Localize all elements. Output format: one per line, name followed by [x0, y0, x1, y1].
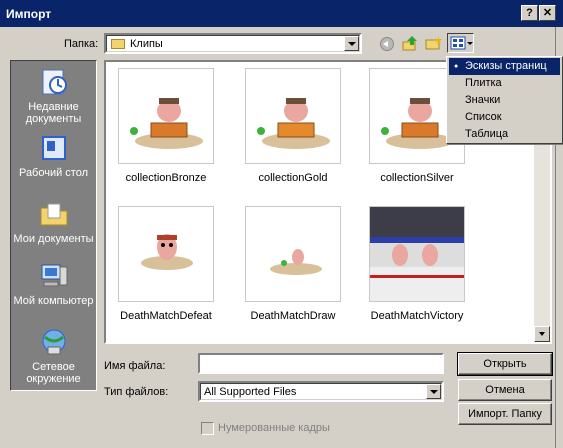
recent-documents-icon [42, 69, 67, 95]
desktop-icon [41, 136, 66, 160]
place-desktop[interactable]: Рабочий стол [11, 133, 96, 179]
folder-label: Папка: [64, 38, 99, 50]
thumbnail-item[interactable]: DeathMatchVictory [357, 206, 477, 322]
places-bar: Недавние документы Рабочий стол Мои доку… [10, 60, 97, 391]
window-title: Импорт [6, 7, 52, 21]
place-label: Сетевое окружение [26, 361, 81, 385]
thumbnail-caption: collectionGold [258, 172, 328, 184]
back-icon[interactable] [380, 37, 394, 51]
place-label: Рабочий стол [18, 167, 89, 179]
view-dropdown-menu: Эскизы страниц Плитка Значки Список Табл… [446, 56, 563, 144]
place-label: Недавние документы [25, 101, 82, 125]
thumbnail-caption: DeathMatchVictory [370, 310, 464, 322]
file-type-label: Тип файлов: [104, 386, 169, 398]
title-bar: Импорт ? ✕ [0, 0, 563, 27]
place-label: Мой компьютер [13, 295, 94, 307]
help-button[interactable]: ? [521, 5, 538, 21]
close-button[interactable]: ✕ [539, 5, 556, 21]
thumbnail-caption: DeathMatchDraw [250, 310, 336, 322]
menu-item-icons[interactable]: Значки [449, 92, 560, 109]
menu-item-list[interactable]: Список [449, 109, 560, 126]
thumbnail-caption: DeathMatchDefeat [120, 310, 212, 322]
folder-select[interactable]: Клипы [104, 33, 362, 54]
folder-icon [111, 39, 125, 49]
scroll-down-button[interactable] [534, 326, 550, 342]
cancel-button[interactable]: Отмена [458, 379, 552, 401]
thumbnail-image [369, 206, 465, 302]
place-computer[interactable]: Мой компьютер [11, 261, 96, 307]
thumbnail-image [245, 206, 341, 302]
file-type-select[interactable]: All Supported Files [198, 381, 444, 402]
view-grid-icon [450, 36, 466, 50]
file-name-label: Имя файла: [104, 360, 166, 372]
menu-item-details[interactable]: Таблица [449, 126, 560, 143]
file-name-input[interactable] [198, 353, 444, 374]
numbered-frames-label: Нумерованные кадры [218, 422, 330, 434]
thumbnail-image [118, 206, 214, 302]
menu-item-tiles[interactable]: Плитка [449, 75, 560, 92]
file-type-value: All Supported Files [204, 386, 297, 398]
documents-folder-icon [40, 203, 67, 226]
thumbnail-item[interactable]: collectionBronze [106, 68, 226, 184]
thumbnail-item[interactable]: DeathMatchDraw [233, 206, 353, 322]
place-network[interactable]: Сетевое окружение [11, 327, 96, 385]
place-documents[interactable]: Мои документы [11, 199, 96, 245]
open-button[interactable]: Открыть [457, 352, 553, 376]
network-icon [42, 329, 65, 355]
thumbnail-caption: collectionSilver [380, 172, 454, 184]
thumbnail-image [118, 68, 214, 164]
menu-item-thumbnails[interactable]: Эскизы страниц [449, 58, 560, 75]
place-recent[interactable]: Недавние документы [11, 67, 96, 125]
import-folder-button[interactable]: Импорт. Папку [458, 403, 552, 425]
computer-icon [41, 264, 67, 287]
chevron-down-icon [467, 42, 473, 45]
up-folder-icon[interactable] [402, 35, 418, 51]
thumbnail-item[interactable]: DeathMatchDefeat [106, 206, 226, 322]
chevron-down-icon [539, 332, 545, 336]
thumbnail-item[interactable]: collectionGold [233, 68, 353, 184]
chevron-down-icon[interactable] [426, 384, 441, 399]
folder-value: Клипы [130, 38, 163, 50]
view-menu-button[interactable] [447, 33, 474, 53]
new-folder-icon[interactable] [425, 35, 443, 51]
place-label: Мои документы [13, 233, 94, 245]
chevron-down-icon[interactable] [344, 36, 359, 51]
numbered-frames-checkbox[interactable] [201, 422, 214, 435]
thumbnail-image [245, 68, 341, 164]
thumbnail-caption: collectionBronze [125, 172, 207, 184]
